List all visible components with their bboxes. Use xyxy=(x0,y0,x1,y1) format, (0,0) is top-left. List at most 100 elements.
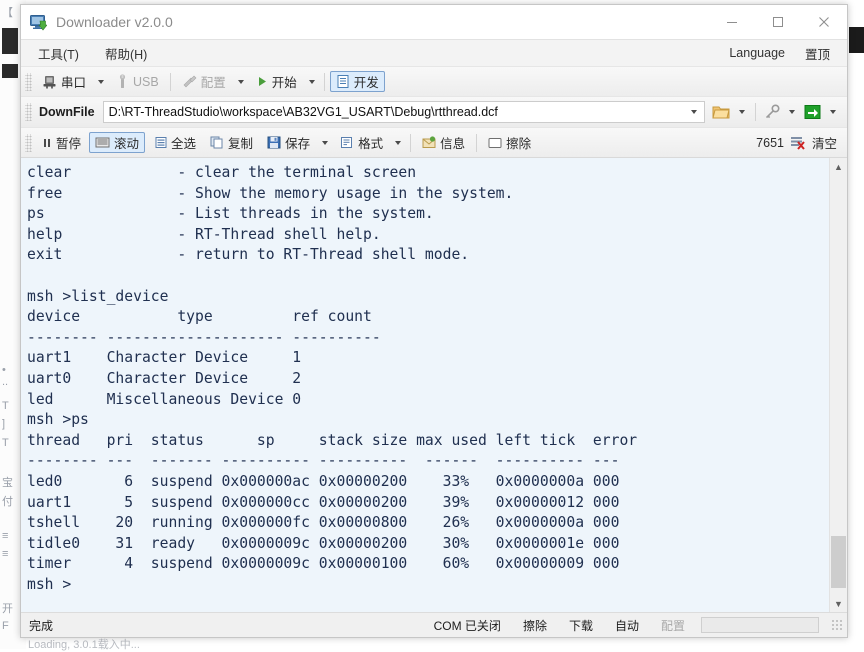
copy-label: 复制 xyxy=(228,137,254,151)
terminal-area: clear - clear the terminal screen free - … xyxy=(21,157,847,612)
scrollbar-thumb[interactable] xyxy=(831,536,846,588)
terminal-toolbar-grip[interactable] xyxy=(25,133,32,152)
config-dropdown-icon[interactable] xyxy=(237,79,244,84)
format-dropdown-icon[interactable] xyxy=(395,140,402,145)
status-bar: 完成 COM 已关闭 擦除 下载 自动 配置 xyxy=(21,612,847,637)
terminal-line: msh >ps xyxy=(27,411,89,429)
erase-button[interactable]: 擦除 xyxy=(482,132,537,153)
status-erase-button[interactable]: 擦除 xyxy=(517,617,553,634)
terminal-output[interactable]: clear - clear the terminal screen free - … xyxy=(21,158,829,612)
document-icon xyxy=(336,74,350,89)
terminal-line: uart1 Character Device 1 xyxy=(27,349,302,367)
usb-label: USB xyxy=(133,74,159,89)
downfile-row: DownFile D:\RT-ThreadStudio\workspace\AB… xyxy=(21,96,847,127)
downfile-path-text[interactable]: D:\RT-ThreadStudio\workspace\AB32VG1_USA… xyxy=(104,105,686,119)
scroll-up-icon[interactable]: ▲ xyxy=(830,158,847,175)
menu-tools[interactable]: 工具(T) xyxy=(29,41,88,66)
menu-bar-right: Language 置顶 xyxy=(720,41,839,66)
serial-port-button[interactable]: 串口 xyxy=(36,71,92,92)
pathrow-separator xyxy=(755,103,756,121)
downfile-combobox[interactable]: D:\RT-ThreadStudio\workspace\AB32VG1_USA… xyxy=(102,101,705,123)
download-dropdown-icon[interactable] xyxy=(830,110,836,114)
background-dark-block xyxy=(2,28,18,54)
terminal-scrollbar[interactable]: ▲ ▼ xyxy=(829,158,847,612)
serial-port-dropdown-icon[interactable] xyxy=(98,79,105,84)
background-status-ghost: Loading, 3.0.1载入中... xyxy=(28,639,140,651)
clear-label[interactable]: 清空 xyxy=(812,133,837,152)
terminal-line: led0 6 suspend 0x000000ac 0x00000200 33%… xyxy=(27,472,620,490)
background-ghost-text: .. xyxy=(2,376,9,388)
folder-open-icon[interactable] xyxy=(709,104,733,120)
terminal-line: device type ref count xyxy=(27,308,372,326)
status-auto-button[interactable]: 自动 xyxy=(609,617,645,634)
terminal-line: help - RT-Thread shell help. xyxy=(27,225,381,243)
background-ghost-text: ] xyxy=(2,418,6,430)
terminal-line: clear - clear the terminal screen xyxy=(27,164,417,181)
folder-dropdown-icon[interactable] xyxy=(739,110,745,114)
terminal-line: uart1 5 suspend 0x000000cc 0x00000200 39… xyxy=(27,493,620,511)
close-button[interactable] xyxy=(801,5,847,39)
window-controls xyxy=(709,5,847,39)
menu-bar: 工具(T) 帮助(H) Language 置顶 xyxy=(21,39,847,66)
maximize-button[interactable] xyxy=(755,5,801,39)
select-all-button[interactable]: 全选 xyxy=(147,132,202,153)
toolbar-grip[interactable] xyxy=(25,72,32,91)
background-ghost-text: 开 xyxy=(2,603,13,615)
start-label: 开始 xyxy=(271,76,297,90)
progress-bar xyxy=(701,617,819,633)
terminal-toolbar-separator xyxy=(410,133,412,152)
save-button[interactable]: 保存 xyxy=(261,132,316,153)
status-download-button[interactable]: 下载 xyxy=(563,617,599,634)
start-button[interactable]: 开始 xyxy=(250,71,303,92)
green-arrow-icon[interactable] xyxy=(801,104,824,120)
toolbar-separator xyxy=(169,72,171,91)
downfile-tools xyxy=(705,103,847,121)
usb-button[interactable]: USB xyxy=(110,71,165,92)
scroll-down-icon[interactable]: ▼ xyxy=(830,595,847,612)
config-label: 配置 xyxy=(200,76,226,90)
format-button[interactable]: 格式 xyxy=(334,132,389,153)
chevron-down-icon[interactable] xyxy=(691,110,697,114)
resize-grip[interactable] xyxy=(831,619,843,631)
main-toolbar: 串口 USB 配置 开始 开发 xyxy=(21,66,847,96)
start-dropdown-icon[interactable] xyxy=(308,79,315,84)
info-icon xyxy=(422,136,436,149)
monitor-download-icon xyxy=(30,14,47,31)
info-button[interactable]: 信息 xyxy=(416,132,471,153)
background-ghost-text: 付 xyxy=(2,496,13,508)
minimize-button[interactable] xyxy=(709,5,755,39)
format-label: 格式 xyxy=(358,137,384,151)
status-config-button[interactable]: 配置 xyxy=(655,617,691,634)
menu-pin-top[interactable]: 置顶 xyxy=(796,41,839,66)
downloader-window: Downloader v2.0.0 工具(T) 帮助(H) Language 置… xyxy=(20,4,848,638)
toolbar-separator xyxy=(323,72,325,91)
terminal-line: tshell 20 running 0x000000fc 0x00000800 … xyxy=(27,514,620,532)
save-dropdown-icon[interactable] xyxy=(322,140,329,145)
background-dark-block-right xyxy=(849,27,864,53)
copy-icon xyxy=(210,136,224,149)
terminal-toolbar-separator-2 xyxy=(476,133,478,152)
scroll-button[interactable]: 滚动 xyxy=(89,132,146,153)
terminal-line: -------- --- ------- ---------- --------… xyxy=(27,452,620,470)
key-icon[interactable] xyxy=(761,104,783,120)
key-dropdown-icon[interactable] xyxy=(789,110,795,114)
background-ghost-text: T xyxy=(2,437,9,449)
background-ghost-text: T xyxy=(2,400,9,412)
develop-button[interactable]: 开发 xyxy=(329,71,385,92)
menu-help[interactable]: 帮助(H) xyxy=(96,41,156,66)
pause-button[interactable]: 暂停 xyxy=(36,132,87,153)
title-bar[interactable]: Downloader v2.0.0 xyxy=(21,5,847,39)
menu-language[interactable]: Language xyxy=(720,43,794,63)
background-ghost-text: 宝 xyxy=(2,477,13,489)
config-button[interactable]: 配置 xyxy=(176,71,232,92)
background-ghost-text: ≡ xyxy=(2,530,9,542)
background-dark-block xyxy=(2,64,18,78)
background-ghost-text: ≡ xyxy=(2,548,9,560)
pathrow-grip[interactable] xyxy=(25,103,32,121)
wrench-hammer-icon xyxy=(182,74,197,89)
clear-icon[interactable] xyxy=(790,136,806,150)
terminal-line: tidle0 31 ready 0x0000009c 0x00000200 30… xyxy=(27,534,620,552)
copy-button[interactable]: 复制 xyxy=(204,132,259,153)
erase-label: 擦除 xyxy=(506,137,532,151)
